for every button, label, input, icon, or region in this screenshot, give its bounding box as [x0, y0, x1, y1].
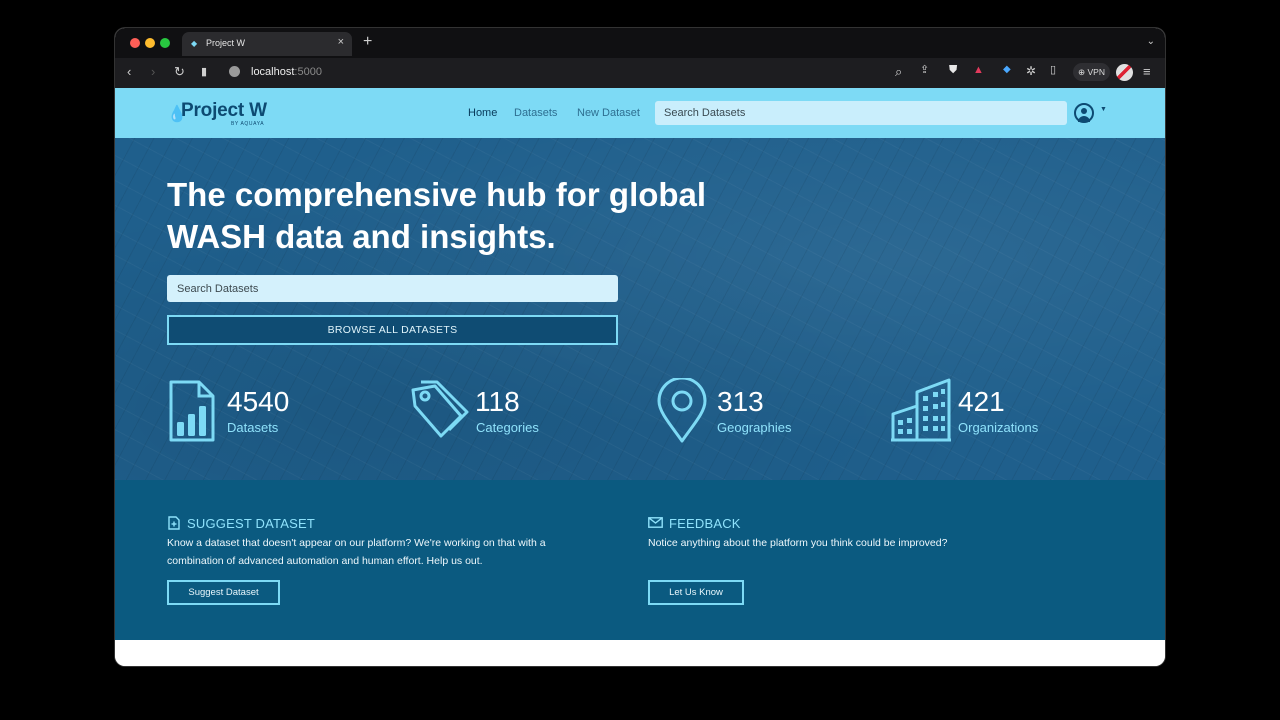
bookmark-icon[interactable]: ▮ — [201, 67, 207, 78]
stat-datasets[interactable]: 4540 Datasets — [167, 378, 367, 448]
menu-icon[interactable]: ≡ — [1143, 65, 1151, 78]
suggest-text-line2: combination of advanced automation and h… — [167, 554, 483, 567]
page-footer-area — [115, 640, 1165, 666]
brave-rewards-icon[interactable]: ▲ — [973, 65, 984, 76]
cta-band: SUGGEST DATASET Know a dataset that does… — [115, 480, 1165, 640]
stat-geographies[interactable]: 313 Geographies — [656, 378, 856, 448]
header-search-input[interactable] — [655, 101, 1067, 125]
feedback-text: Notice anything about the platform you t… — [648, 537, 948, 549]
site-info-icon[interactable] — [229, 66, 240, 77]
vpn-button[interactable]: ⊕ VPN — [1073, 63, 1110, 81]
tags-icon — [411, 380, 469, 438]
site-logo[interactable]: Project W — [181, 100, 267, 122]
fullscreen-window-button[interactable] — [160, 38, 170, 48]
suggest-heading: SUGGEST DATASET — [187, 516, 315, 531]
stat-value: 4540 — [227, 386, 290, 417]
back-icon[interactable]: ‹ — [127, 65, 131, 78]
account-caret-icon[interactable]: ▼ — [1100, 106, 1107, 113]
browser-tab[interactable]: ◆ Project W × — [182, 32, 352, 56]
browse-all-datasets-button[interactable]: BROWSE ALL DATASETS — [167, 315, 618, 345]
new-tab-button[interactable]: + — [363, 33, 372, 51]
stat-organizations[interactable]: 421 Organizations — [889, 378, 1109, 448]
browser-tab-strip: ◆ Project W × + ⌄ — [115, 28, 1165, 58]
hero-section: The comprehensive hub for global WASH da… — [115, 138, 1165, 480]
feedback-heading: FEEDBACK — [669, 516, 741, 531]
hero-search-input[interactable] — [167, 275, 618, 302]
favicon-icon: ◆ — [191, 39, 198, 48]
add-document-icon — [168, 516, 180, 530]
map-pin-icon — [657, 378, 707, 443]
stat-label: Geographies — [717, 420, 792, 435]
tab-close-icon[interactable]: × — [338, 36, 344, 48]
stat-categories[interactable]: 118 Categories — [407, 378, 607, 448]
stat-label: Organizations — [958, 420, 1039, 435]
brave-shields-icon[interactable]: ⛊ — [949, 65, 957, 76]
minimize-window-button[interactable] — [145, 38, 155, 48]
stat-value: 118 — [475, 386, 520, 417]
tab-list-chevron-icon[interactable]: ⌄ — [1147, 36, 1155, 47]
address-bar[interactable]: localhost:5000 — [251, 66, 322, 78]
envelope-icon — [648, 517, 663, 528]
reload-icon[interactable]: ↻ — [174, 65, 185, 78]
extensions-icon[interactable]: ✲ — [1026, 65, 1036, 77]
stat-label: Categories — [476, 420, 539, 435]
profile-icon[interactable] — [1116, 64, 1133, 81]
hero-title-line2: WASH data and insights. — [167, 218, 556, 255]
share-icon[interactable]: ⇪ — [920, 65, 929, 76]
stat-label: Datasets — [227, 420, 279, 435]
buildings-icon — [891, 378, 951, 442]
logo-subtitle: BY AQUAYA — [231, 121, 265, 127]
tab-title: Project W — [206, 38, 246, 48]
sidebar-icon[interactable]: ▯ — [1050, 65, 1056, 76]
suggest-text: Know a dataset that doesn't appear on ou… — [167, 535, 546, 570]
bar-chart-document-icon — [169, 380, 215, 442]
suggest-dataset-button[interactable]: Suggest Dataset — [167, 580, 280, 605]
forward-icon[interactable]: › — [151, 65, 155, 78]
browser-toolbar: ‹ › ↻ ▮ localhost:5000 ⌕ ⇪ ⛊ ▲ ◆ ✲ ▯ ⊕ V… — [115, 58, 1165, 88]
zoom-icon[interactable]: ⌕ — [895, 65, 902, 78]
suggest-text-line1: Know a dataset that doesn't appear on ou… — [167, 537, 546, 549]
stat-value: 421 — [958, 386, 1005, 417]
stat-value: 313 — [717, 386, 764, 417]
hero-title: The comprehensive hub for global WASH da… — [167, 174, 767, 258]
nav-home[interactable]: Home — [468, 107, 497, 119]
browser-window: ◆ Project W × + ⌄ ‹ › ↻ ▮ localhost:5000… — [115, 28, 1165, 666]
nav-datasets[interactable]: Datasets — [514, 107, 557, 119]
account-icon[interactable] — [1074, 103, 1094, 123]
close-window-button[interactable] — [130, 38, 140, 48]
hero-title-line1: The comprehensive hub for global — [167, 176, 707, 213]
nav-new-dataset[interactable]: New Dataset — [577, 107, 640, 119]
wallet-icon[interactable]: ◆ — [1003, 65, 1011, 75]
site-header: 💧 Project W BY AQUAYA Home Datasets New … — [115, 88, 1165, 138]
let-us-know-button[interactable]: Let Us Know — [648, 580, 744, 605]
